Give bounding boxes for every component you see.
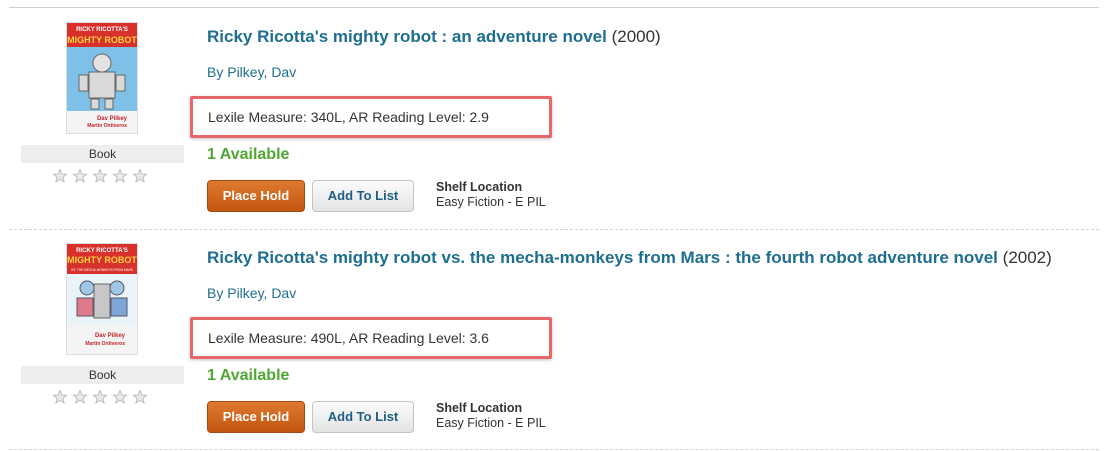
availability-status: 1 Available [207,367,290,384]
star-icon[interactable] [132,168,148,184]
author-link[interactable]: By Pilkey, Dav [207,63,296,81]
add-to-list-button[interactable]: Add To List [312,180,414,212]
svg-text:MIGHTY ROBOT: MIGHTY ROBOT [67,35,137,45]
title-line: Ricky Ricotta's mighty robot vs. the mec… [207,247,1052,269]
shelf-location-value: Easy Fiction - E PIL [436,416,546,430]
format-label: Book [21,145,184,163]
star-icon[interactable] [112,168,128,184]
star-icon[interactable] [52,389,68,405]
title-line: Ricky Ricotta's mighty robot : an advent… [207,26,661,48]
shelf-location: Shelf Location Easy Fiction - E PIL [436,401,546,431]
rating-stars[interactable] [52,168,152,186]
result-item: RICKY RICOTTA'S MIGHTY ROBOT VS. THE MEC… [0,229,1111,449]
shelf-location-label: Shelf Location [436,180,523,194]
svg-text:VS. THE MECHA-MONKEYS FROM MAR: VS. THE MECHA-MONKEYS FROM MARS [71,268,133,272]
svg-text:Dav Pilkey: Dav Pilkey [97,116,128,122]
svg-text:Martin Ontiveros: Martin Ontiveros [87,123,127,129]
star-icon[interactable] [72,389,88,405]
format-label: Book [21,366,184,384]
result-item: RICKY RICOTTA'S MIGHTY ROBOT Dav Pilkey … [0,8,1111,228]
star-icon[interactable] [52,168,68,184]
book-cover-image[interactable]: RICKY RICOTTA'S MIGHTY ROBOT Dav Pilkey … [66,22,138,134]
shelf-location-value: Easy Fiction - E PIL [436,195,546,209]
shelf-location: Shelf Location Easy Fiction - E PIL [436,180,546,210]
title-link[interactable]: Ricky Ricotta's mighty robot vs. the mec… [207,248,998,267]
place-hold-button[interactable]: Place Hold [207,180,305,212]
svg-text:RICKY RICOTTA'S: RICKY RICOTTA'S [76,27,128,33]
star-icon[interactable] [92,168,108,184]
star-icon[interactable] [72,168,88,184]
rating-stars[interactable] [52,389,152,407]
author-link[interactable]: By Pilkey, Dav [207,284,296,302]
availability-status: 1 Available [207,146,290,163]
publication-year: (2002) [1002,248,1052,267]
add-to-list-button[interactable]: Add To List [312,401,414,433]
star-icon[interactable] [92,389,108,405]
bottom-divider [9,449,1099,450]
svg-text:MIGHTY ROBOT: MIGHTY ROBOT [67,255,137,265]
star-icon[interactable] [132,389,148,405]
svg-text:Dav Pilkey: Dav Pilkey [95,333,126,339]
publication-year: (2000) [611,27,661,46]
book-cover-image[interactable]: RICKY RICOTTA'S MIGHTY ROBOT VS. THE MEC… [66,243,138,355]
svg-text:RICKY RICOTTA'S: RICKY RICOTTA'S [76,248,128,254]
title-link[interactable]: Ricky Ricotta's mighty robot : an advent… [207,27,607,46]
reading-level-highlight: Lexile Measure: 490L, AR Reading Level: … [190,317,552,359]
place-hold-button[interactable]: Place Hold [207,401,305,433]
reading-level-highlight: Lexile Measure: 340L, AR Reading Level: … [190,96,552,138]
shelf-location-label: Shelf Location [436,401,523,415]
svg-text:Martin Ontiveros: Martin Ontiveros [85,341,125,347]
star-icon[interactable] [112,389,128,405]
